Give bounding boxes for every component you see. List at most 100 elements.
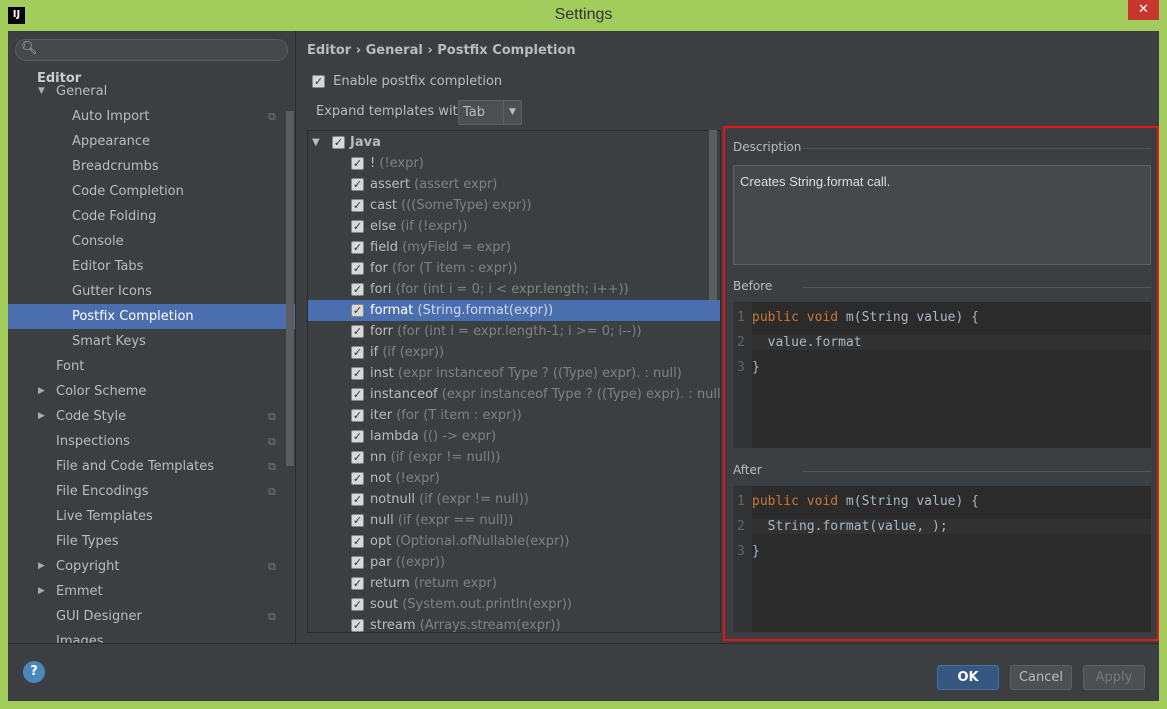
sidebar-item[interactable]: Images <box>8 629 295 643</box>
help-button[interactable]: ? <box>23 661 45 683</box>
template-row[interactable]: ✓ iter (for (T item : expr)) <box>308 405 720 426</box>
project-scope-icon: ⧉ <box>268 410 276 423</box>
sidebar-item[interactable]: Editor Tabs <box>8 254 295 279</box>
settings-search-input[interactable]: 🔍︎ <box>15 39 288 61</box>
template-row[interactable]: ✓ opt (Optional.ofNullable(expr)) <box>308 531 720 552</box>
checkbox-checked-icon[interactable]: ✓ <box>351 577 364 590</box>
template-group-java[interactable]: ▼ ✓ Java <box>308 132 720 153</box>
sidebar-item[interactable]: ▶ Copyright ⧉ <box>8 554 295 579</box>
sidebar-item[interactable]: Inspections ⧉ <box>8 429 295 454</box>
template-key: for <box>370 261 388 276</box>
checkbox-checked-icon[interactable]: ✓ <box>351 472 364 485</box>
template-row[interactable]: ✓ fori (for (int i = 0; i < expr.length; … <box>308 279 720 300</box>
template-row[interactable]: ✓ not (!expr) <box>308 468 720 489</box>
breadcrumb-general[interactable]: General <box>366 43 423 58</box>
checkbox-checked-icon[interactable]: ✓ <box>351 325 364 338</box>
checkbox-checked-icon[interactable]: ✓ <box>351 304 364 317</box>
cancel-button[interactable]: Cancel <box>1010 665 1072 690</box>
sidebar-item[interactable]: File Types <box>8 529 295 554</box>
template-row[interactable]: ✓ assert (assert expr) <box>308 174 720 195</box>
sidebar-item[interactable]: Smart Keys <box>8 329 295 354</box>
triangle-right-icon[interactable]: ▶ <box>38 554 45 579</box>
sidebar-item[interactable]: Live Templates <box>8 504 295 529</box>
expand-key-select[interactable]: Tab ▼ <box>458 100 522 125</box>
template-hint: (for (T item : expr)) <box>396 408 522 423</box>
checkbox-checked-icon[interactable]: ✓ <box>351 283 364 296</box>
checkbox-checked-icon[interactable]: ✓ <box>351 388 364 401</box>
sidebar-item[interactable]: ▶ Emmet <box>8 579 295 604</box>
template-row[interactable]: ✓ nn (if (expr != null)) <box>308 447 720 468</box>
template-row[interactable]: ✓ for (for (T item : expr)) <box>308 258 720 279</box>
templates-scrollbar[interactable] <box>709 130 717 300</box>
checkbox-checked-icon[interactable]: ✓ <box>351 199 364 212</box>
template-key: forr <box>370 324 393 339</box>
template-row[interactable]: ✓ cast (((SomeType) expr)) <box>308 195 720 216</box>
checkbox-checked-icon[interactable]: ✓ <box>351 178 364 191</box>
sidebar-item[interactable]: Console <box>8 229 295 254</box>
checkbox-checked-icon[interactable]: ✓ <box>351 346 364 359</box>
template-row[interactable]: ✓ stream (Arrays.stream(expr)) <box>308 615 720 632</box>
checkbox-checked-icon[interactable]: ✓ <box>351 367 364 380</box>
checkbox-checked-icon[interactable]: ✓ <box>351 451 364 464</box>
sidebar-item[interactable]: Gutter Icons <box>8 279 295 304</box>
sidebar-item[interactable]: Auto Import ⧉ <box>8 104 295 129</box>
checkbox-checked-icon[interactable]: ✓ <box>351 556 364 569</box>
checkbox-checked-icon[interactable]: ✓ <box>351 619 364 632</box>
template-hint: (if (expr != null)) <box>419 492 529 507</box>
sidebar-scrollbar[interactable] <box>286 111 294 466</box>
checkbox-checked-icon[interactable]: ✓ <box>351 493 364 506</box>
sidebar-item-label: File Types <box>56 534 119 549</box>
sidebar-item-label: Postfix Completion <box>72 309 194 324</box>
sidebar-item[interactable]: ▶ Code Style ⧉ <box>8 404 295 429</box>
checkbox-checked-icon[interactable]: ✓ <box>351 598 364 611</box>
template-row[interactable]: ✓ format (String.format(expr)) <box>308 300 720 321</box>
checkbox-checked-icon[interactable]: ✓ <box>351 514 364 527</box>
template-key: return <box>370 576 410 591</box>
template-row[interactable]: ✓ null (if (expr == null)) <box>308 510 720 531</box>
checkbox-checked-icon[interactable]: ✓ <box>351 241 364 254</box>
checkbox-checked-icon[interactable]: ✓ <box>351 430 364 443</box>
template-row[interactable]: ✓ instanceof (expr instanceof Type ? ((Ty… <box>308 384 720 405</box>
sidebar-item[interactable]: Appearance <box>8 129 295 154</box>
sidebar-item[interactable]: Postfix Completion <box>8 304 295 329</box>
template-row[interactable]: ✓ sout (System.out.println(expr)) <box>308 594 720 615</box>
sidebar-item[interactable]: ▼ General <box>8 79 295 104</box>
sidebar-item[interactable]: Font <box>8 354 295 379</box>
triangle-down-icon[interactable]: ▼ <box>312 132 320 153</box>
template-row[interactable]: ✓! (!expr) <box>308 153 720 174</box>
template-row[interactable]: ✓ inst (expr instanceof Type ? ((Type) ex… <box>308 363 720 384</box>
template-key: inst <box>370 366 394 381</box>
triangle-right-icon[interactable]: ▶ <box>38 404 45 429</box>
close-button[interactable]: ✕ <box>1128 0 1159 20</box>
sidebar-item[interactable]: File Encodings ⧉ <box>8 479 295 504</box>
breadcrumb-editor[interactable]: Editor <box>307 43 351 58</box>
template-key: null <box>370 513 394 528</box>
triangle-right-icon[interactable]: ▶ <box>38 379 45 404</box>
template-row[interactable]: ✓ forr (for (int i = expr.length-1; i >= … <box>308 321 720 342</box>
template-key: ! <box>370 156 376 171</box>
sidebar-item[interactable]: Code Folding <box>8 204 295 229</box>
checkbox-checked-icon[interactable]: ✓ <box>351 535 364 548</box>
sidebar-item[interactable]: File and Code Templates ⧉ <box>8 454 295 479</box>
checkbox-checked-icon[interactable]: ✓ <box>351 262 364 275</box>
template-row[interactable]: ✓ return (return expr) <box>308 573 720 594</box>
template-row[interactable]: ✓ par ((expr)) <box>308 552 720 573</box>
triangle-down-icon[interactable]: ▼ <box>38 79 45 104</box>
enable-postfix-checkbox[interactable]: ✓ Enable postfix completion <box>312 74 502 89</box>
checkbox-checked-icon[interactable]: ✓ <box>351 157 364 170</box>
checkbox-checked-icon[interactable]: ✓ <box>351 220 364 233</box>
checkbox-checked-icon[interactable]: ✓ <box>351 409 364 422</box>
ok-button[interactable]: OK <box>937 665 999 690</box>
template-row[interactable]: ✓ notnull (if (expr != null)) <box>308 489 720 510</box>
checkbox-checked-icon[interactable]: ✓ <box>332 136 345 149</box>
template-row[interactable]: ✓ else (if (!expr)) <box>308 216 720 237</box>
sidebar-item[interactable]: Code Completion <box>8 179 295 204</box>
template-row[interactable]: ✓ lambda (() -> expr) <box>308 426 720 447</box>
template-row[interactable]: ✓ if (if (expr)) <box>308 342 720 363</box>
apply-button[interactable]: Apply <box>1083 665 1145 690</box>
template-row[interactable]: ✓ field (myField = expr) <box>308 237 720 258</box>
sidebar-item[interactable]: ▶ Color Scheme <box>8 379 295 404</box>
sidebar-item[interactable]: Breadcrumbs <box>8 154 295 179</box>
sidebar-item[interactable]: GUI Designer ⧉ <box>8 604 295 629</box>
triangle-right-icon[interactable]: ▶ <box>38 579 45 604</box>
